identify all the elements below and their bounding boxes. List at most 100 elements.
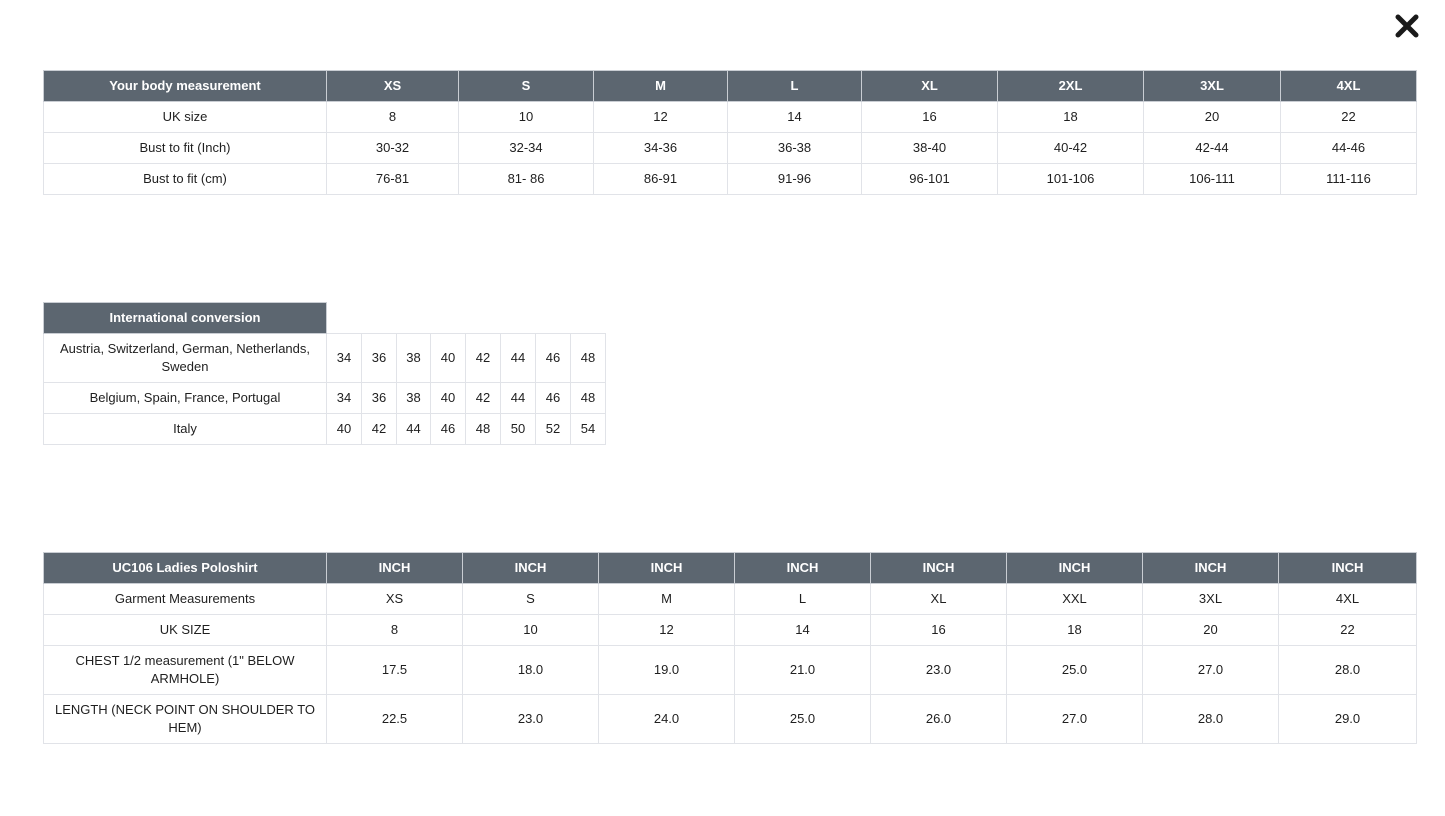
table-cell: 16 — [861, 101, 998, 133]
table-cell: 106-111 — [1143, 163, 1281, 195]
table-cell: 48 — [570, 333, 606, 383]
row-label: Italy — [43, 413, 327, 445]
table-cell: S — [462, 583, 599, 615]
row-label: Bust to fit (Inch) — [43, 132, 327, 164]
table-row: UK SIZE 8 10 12 14 16 18 20 22 — [43, 614, 1417, 646]
table-cell: 12 — [598, 614, 735, 646]
table-cell: 38-40 — [861, 132, 998, 164]
table-cell: 21.0 — [734, 645, 871, 695]
international-conversion-table: International conversion Austria, Switze… — [43, 302, 606, 445]
table-header-row: UC106 Ladies Poloshirt INCH INCH INCH IN… — [43, 552, 1417, 584]
table-cell: 40-42 — [997, 132, 1144, 164]
table-cell: L — [734, 583, 871, 615]
table-cell: 46 — [535, 382, 571, 414]
table-header-cell: INCH — [734, 552, 871, 584]
table-cell: 27.0 — [1006, 694, 1143, 744]
row-label: Austria, Switzerland, German, Netherland… — [43, 333, 327, 383]
table-header-cell: 3XL — [1143, 70, 1281, 102]
table-cell: 36 — [361, 333, 397, 383]
table-header-cell: INCH — [462, 552, 599, 584]
table-header-cell: 2XL — [997, 70, 1144, 102]
table-row: CHEST 1/2 measurement (1" BELOW ARMHOLE)… — [43, 645, 1417, 695]
table-cell: 20 — [1143, 101, 1281, 133]
table-cell: 22 — [1280, 101, 1417, 133]
table-cell: M — [598, 583, 735, 615]
table-cell: 17.5 — [326, 645, 463, 695]
table-cell: 52 — [535, 413, 571, 445]
body-measurement-table: Your body measurement XS S M L XL 2XL 3X… — [43, 70, 1417, 195]
row-label: Belgium, Spain, France, Portugal — [43, 382, 327, 414]
table-cell: 25.0 — [734, 694, 871, 744]
table-cell: 18 — [997, 101, 1144, 133]
table-header-row: Your body measurement XS S M L XL 2XL 3X… — [43, 70, 1417, 102]
table-cell: 24.0 — [598, 694, 735, 744]
table-cell: 54 — [570, 413, 606, 445]
table-cell: XL — [870, 583, 1007, 615]
table-cell: 40 — [430, 382, 466, 414]
table-row: Garment Measurements XS S M L XL XXL 3XL… — [43, 583, 1417, 615]
table-cell: 29.0 — [1278, 694, 1417, 744]
table-header-cell: M — [593, 70, 728, 102]
table-cell: 10 — [458, 101, 594, 133]
table-cell: 18.0 — [462, 645, 599, 695]
table-cell: 46 — [430, 413, 466, 445]
table-cell: 44 — [500, 333, 536, 383]
table-cell: 4XL — [1278, 583, 1417, 615]
table-cell: 28.0 — [1142, 694, 1279, 744]
table-header-row: International conversion — [43, 302, 606, 334]
table-cell: 32-34 — [458, 132, 594, 164]
table-row: Bust to fit (Inch) 30-32 32-34 34-36 36-… — [43, 132, 1417, 164]
table-row: UK size 8 10 12 14 16 18 20 22 — [43, 101, 1417, 133]
table-cell: 28.0 — [1278, 645, 1417, 695]
table-cell: 81- 86 — [458, 163, 594, 195]
close-button[interactable] — [1393, 12, 1421, 40]
table-cell: 8 — [326, 101, 459, 133]
table-cell: 23.0 — [870, 645, 1007, 695]
table-cell: 18 — [1006, 614, 1143, 646]
table-cell: 34 — [326, 333, 362, 383]
row-label: CHEST 1/2 measurement (1" BELOW ARMHOLE) — [43, 645, 327, 695]
table-cell: 96-101 — [861, 163, 998, 195]
row-label: UK SIZE — [43, 614, 327, 646]
table-cell: 30-32 — [326, 132, 459, 164]
table-header-cell: 4XL — [1280, 70, 1417, 102]
table-header-cell: INCH — [1142, 552, 1279, 584]
close-icon — [1395, 14, 1419, 38]
garment-measurement-table: UC106 Ladies Poloshirt INCH INCH INCH IN… — [43, 552, 1417, 744]
table-cell: 91-96 — [727, 163, 862, 195]
table-row: Italy 40 42 44 46 48 50 52 54 — [43, 413, 606, 445]
table-cell: 40 — [430, 333, 466, 383]
table-cell: 34 — [326, 382, 362, 414]
table-cell: 22.5 — [326, 694, 463, 744]
table-row: Bust to fit (cm) 76-81 81- 86 86-91 91-9… — [43, 163, 1417, 195]
table-header-cell: S — [458, 70, 594, 102]
header-spacer — [326, 302, 606, 334]
table-cell: 8 — [326, 614, 463, 646]
table-cell: 27.0 — [1142, 645, 1279, 695]
table-cell: XXL — [1006, 583, 1143, 615]
table-cell: 44 — [396, 413, 431, 445]
table-cell: 44 — [500, 382, 536, 414]
table-header-cell: INCH — [1278, 552, 1417, 584]
table-header-cell: INCH — [870, 552, 1007, 584]
table-cell: 86-91 — [593, 163, 728, 195]
table-cell: 34-36 — [593, 132, 728, 164]
table-cell: 3XL — [1142, 583, 1279, 615]
table-cell: 16 — [870, 614, 1007, 646]
table-row: LENGTH (NECK POINT ON SHOULDER TO HEM) 2… — [43, 694, 1417, 744]
table-cell: 50 — [500, 413, 536, 445]
table-cell: 46 — [535, 333, 571, 383]
table-cell: 48 — [570, 382, 606, 414]
table-header-cell: INCH — [326, 552, 463, 584]
table-header-cell: Your body measurement — [43, 70, 327, 102]
table-cell: 10 — [462, 614, 599, 646]
table-cell: 42-44 — [1143, 132, 1281, 164]
table-header-cell: UC106 Ladies Poloshirt — [43, 552, 327, 584]
table-cell: 36 — [361, 382, 397, 414]
table-cell: 36-38 — [727, 132, 862, 164]
table-cell: 42 — [465, 333, 501, 383]
row-label: Bust to fit (cm) — [43, 163, 327, 195]
table-header-cell: XL — [861, 70, 998, 102]
table-cell: 42 — [361, 413, 397, 445]
table-header-cell: INCH — [598, 552, 735, 584]
